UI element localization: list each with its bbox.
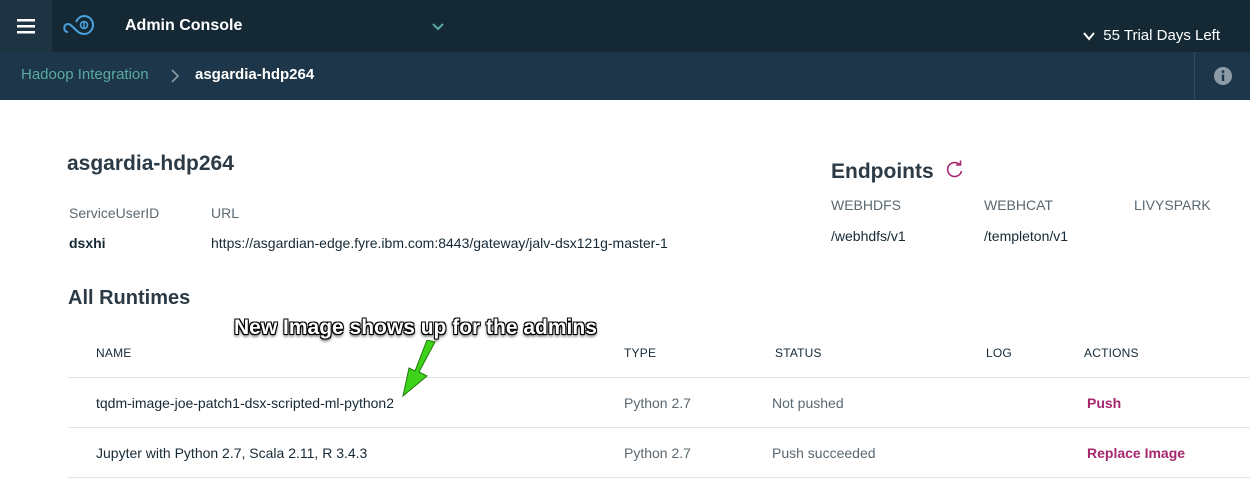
refresh-icon[interactable] <box>945 160 965 180</box>
runtime-type: Python 2.7 <box>624 445 691 461</box>
arrow-annotation-icon <box>402 340 436 398</box>
divider <box>68 377 1250 378</box>
trial-days-dropdown[interactable]: 55 Trial Days Left <box>1083 27 1220 44</box>
endpoint-value-webhcat: /templeton/v1 <box>984 228 1069 244</box>
app-title[interactable]: Admin Console <box>125 17 242 35</box>
page-title: asgardia-hdp264 <box>67 152 234 175</box>
breadcrumb-current: asgardia-hdp264 <box>195 66 315 83</box>
menu-icon <box>17 19 35 34</box>
chevron-right-icon <box>171 69 180 83</box>
endpoint-value-webhdfs: /webhdfs/v1 <box>831 228 906 244</box>
url-value: https://asgardian-edge.fyre.ibm.com:8443… <box>211 235 668 251</box>
endpoints-title: Endpoints <box>831 160 934 183</box>
runtimes-table: NAME TYPE STATUS LOG ACTIONS tqdm-image-… <box>68 328 1250 479</box>
runtime-type: Python 2.7 <box>624 395 691 411</box>
info-button[interactable] <box>1194 52 1250 100</box>
column-header-log: LOG <box>986 346 1012 360</box>
runtime-name: tqdm-image-joe-patch1-dsx-scripted-ml-py… <box>96 395 395 411</box>
endpoint-header-webhcat: WEBHCAT <box>984 197 1053 213</box>
runtime-status: Push succeeded <box>772 445 876 461</box>
push-button[interactable]: Push <box>1087 395 1121 411</box>
info-icon <box>1213 67 1232 85</box>
runtime-status: Not pushed <box>772 395 844 411</box>
service-user-id-label: ServiceUserID <box>69 205 160 221</box>
column-header-status: STATUS <box>775 346 822 360</box>
divider <box>68 477 1250 478</box>
url-label: URL <box>211 205 240 221</box>
column-header-actions: ACTIONS <box>1084 346 1139 360</box>
breadcrumb: Hadoop Integration asgardia-hdp264 <box>0 52 1250 100</box>
chevron-down-icon[interactable] <box>430 18 446 34</box>
breadcrumb-link-hadoop-integration[interactable]: Hadoop Integration <box>21 66 149 83</box>
main-content: asgardia-hdp264 ServiceUserID URL dsxhi … <box>0 100 1250 479</box>
divider <box>68 427 1250 428</box>
endpoint-header-webhdfs: WEBHDFS <box>831 197 901 213</box>
replace-image-button[interactable]: Replace Image <box>1087 445 1185 461</box>
menu-button[interactable] <box>0 0 52 52</box>
column-header-type: TYPE <box>624 346 657 360</box>
column-header-name: NAME <box>96 346 132 360</box>
runtime-name: Jupyter with Python 2.7, Scala 2.11, R 3… <box>96 445 368 461</box>
top-navigation-bar: Admin Console 55 Trial Days Left <box>0 0 1250 52</box>
runtimes-title: All Runtimes <box>68 287 191 309</box>
chevron-down-icon <box>1083 31 1096 41</box>
cloud-logo-icon[interactable] <box>62 12 98 40</box>
service-user-id-value: dsxhi <box>69 235 106 251</box>
endpoint-header-livyspark: LIVYSPARK <box>1134 197 1211 213</box>
trial-days-label: 55 Trial Days Left <box>1103 27 1220 44</box>
annotation-text: New Image shows up for the admins <box>234 316 597 339</box>
